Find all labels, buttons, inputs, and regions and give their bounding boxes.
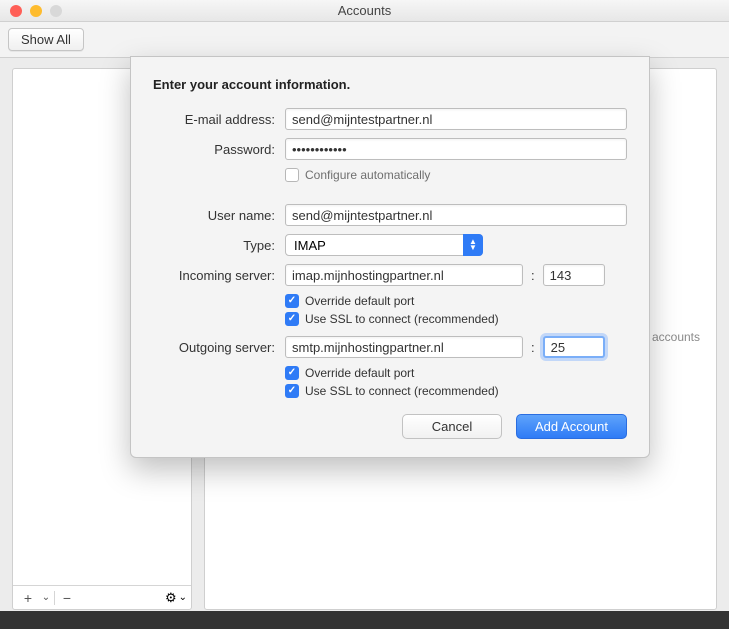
outgoing-override-port-label: Override default port (305, 366, 414, 380)
show-all-button[interactable]: Show All (8, 28, 84, 51)
account-setup-sheet: Enter your account information. E-mail a… (130, 56, 650, 458)
empty-hint: t accounts (645, 329, 700, 346)
minus-icon: − (63, 590, 71, 606)
incoming-label: Incoming server: (153, 268, 275, 283)
minimize-window-button[interactable] (30, 5, 42, 17)
chevron-down-icon: ⌄ (179, 592, 187, 603)
zoom-window-button[interactable] (50, 5, 62, 17)
close-window-button[interactable] (10, 5, 22, 17)
title-bar: Accounts (0, 0, 729, 22)
incoming-override-port-checkbox[interactable] (285, 294, 299, 308)
configure-auto-checkbox[interactable] (285, 168, 299, 182)
outgoing-override-port-checkbox[interactable] (285, 366, 299, 380)
type-selected-value: IMAP (294, 238, 326, 253)
window-title: Accounts (0, 3, 729, 18)
password-field[interactable] (285, 138, 627, 160)
chevron-down-icon: ⌄ (42, 592, 50, 603)
sidebar-footer: + ⌄ − ⚙ ⌄ (13, 585, 191, 609)
username-field[interactable] (285, 204, 627, 226)
outgoing-label: Outgoing server: (153, 340, 275, 355)
username-label: User name: (153, 208, 275, 223)
updown-icon: ▲▼ (463, 234, 483, 256)
incoming-port-field[interactable] (543, 264, 605, 286)
add-account-button[interactable]: Add Account (516, 414, 627, 439)
separator (54, 591, 55, 605)
hint-text: t accounts (645, 330, 700, 344)
incoming-server-field[interactable] (285, 264, 523, 286)
plus-icon: + (24, 590, 32, 606)
bottom-bar (0, 611, 729, 629)
add-account-button[interactable]: + (17, 589, 39, 607)
port-separator: : (531, 268, 535, 283)
type-select[interactable]: IMAP ▲▼ (285, 234, 483, 256)
sheet-heading: Enter your account information. (153, 77, 627, 92)
outgoing-port-field[interactable] (543, 336, 605, 358)
sidebar-options-button[interactable]: ⚙ ⌄ (165, 590, 187, 606)
remove-account-button[interactable]: − (56, 589, 78, 607)
email-label: E-mail address: (153, 112, 275, 127)
password-label: Password: (153, 142, 275, 157)
configure-auto-label: Configure automatically (305, 168, 430, 182)
outgoing-server-field[interactable] (285, 336, 523, 358)
traffic-lights (0, 5, 62, 17)
cancel-button[interactable]: Cancel (402, 414, 502, 439)
incoming-ssl-label: Use SSL to connect (recommended) (305, 312, 499, 326)
incoming-ssl-checkbox[interactable] (285, 312, 299, 326)
outgoing-ssl-checkbox[interactable] (285, 384, 299, 398)
email-field[interactable] (285, 108, 627, 130)
type-label: Type: (153, 238, 275, 253)
gear-icon: ⚙ (165, 590, 177, 606)
outgoing-ssl-label: Use SSL to connect (recommended) (305, 384, 499, 398)
port-separator: : (531, 340, 535, 355)
add-account-dropdown[interactable]: ⌄ (39, 589, 53, 607)
incoming-override-port-label: Override default port (305, 294, 414, 308)
window-toolbar: Show All (0, 22, 729, 58)
